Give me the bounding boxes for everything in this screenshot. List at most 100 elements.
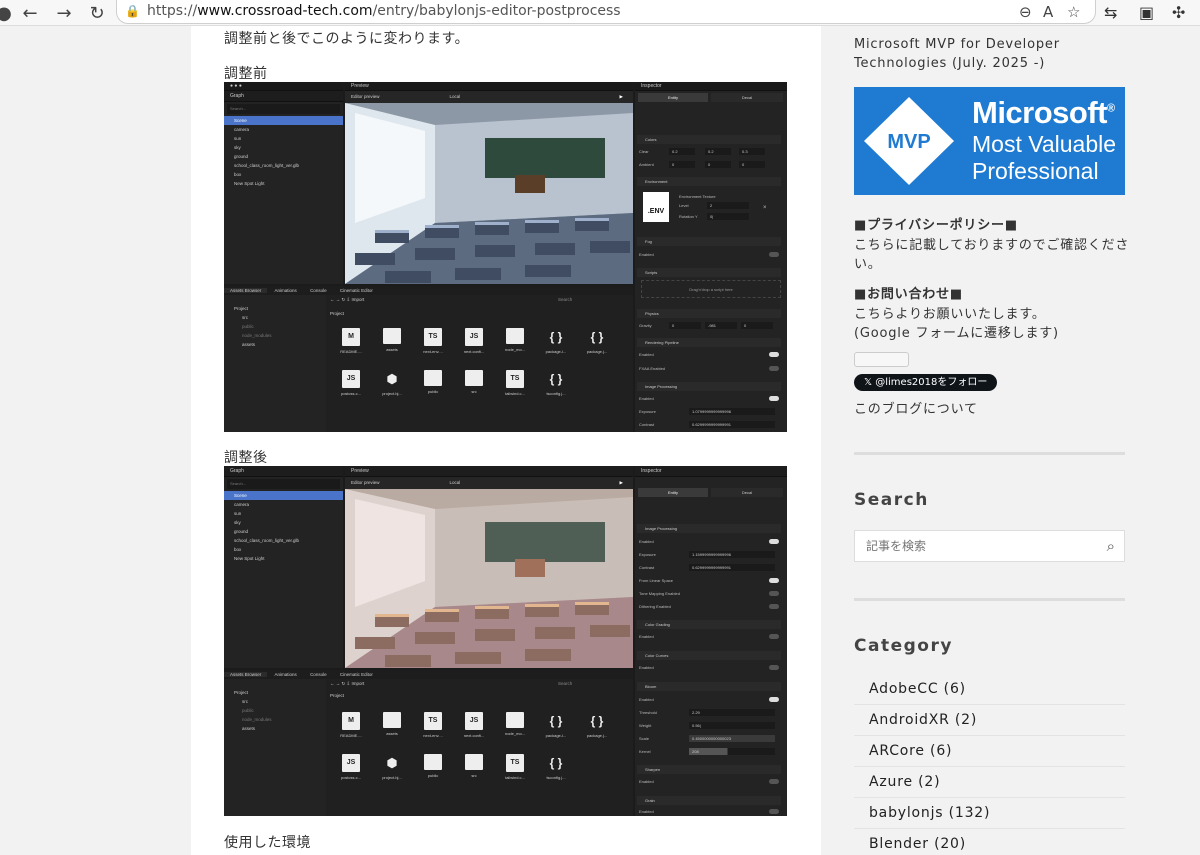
category-item[interactable]: AndroidXR (2) — [854, 705, 1125, 736]
asset-item[interactable]: { } package-l... — [541, 328, 571, 354]
tree-item[interactable]: box — [224, 545, 343, 554]
project-node[interactable]: assets — [224, 340, 324, 349]
tab-assets-browser[interactable]: Assets Browser — [224, 288, 268, 293]
scale-input[interactable]: 0.4500000000000023 — [689, 735, 775, 742]
site-info-icon[interactable]: 🔒 — [125, 4, 140, 18]
tab-animations[interactable]: Animations — [269, 288, 303, 293]
project-node[interactable]: node_modules — [224, 331, 324, 340]
imgproc-toggle[interactable] — [769, 396, 779, 401]
asset-item[interactable]: { } package-l... — [541, 712, 571, 738]
asset-item[interactable]: node_mo... — [500, 328, 530, 352]
tree-item[interactable]: ground — [224, 527, 343, 536]
tree-item[interactable]: sun — [224, 134, 343, 143]
import-button[interactable]: ← → ↻ ⇩ Import — [330, 297, 364, 303]
asset-item[interactable]: assets — [377, 328, 407, 352]
kernel-slider[interactable]: 208 — [689, 748, 775, 755]
import-button[interactable]: ← → ↻ ⇩ Import — [330, 681, 364, 687]
search-icon[interactable]: ⌕ — [1107, 537, 1115, 555]
tab-console[interactable]: Console — [304, 288, 333, 293]
linear-toggle[interactable] — [769, 578, 779, 583]
local-select[interactable]: Local — [450, 94, 461, 99]
local-select[interactable]: Local — [450, 480, 461, 485]
tree-item[interactable]: school_class_room_light_ver.glb — [224, 161, 343, 170]
tree-item[interactable]: camera — [224, 125, 343, 134]
threshold-input[interactable]: 2.29 — [689, 709, 775, 716]
asset-item[interactable]: JS next.confi... — [459, 712, 489, 738]
tree-item[interactable]: camera — [224, 500, 343, 509]
imgproc-section[interactable]: Image Processing — [637, 524, 781, 533]
fog-toggle[interactable] — [769, 252, 779, 257]
imgproc-section[interactable]: Image Processing — [637, 382, 781, 391]
tab-animations[interactable]: Animations — [269, 672, 303, 677]
rendering-toggle[interactable] — [769, 352, 779, 357]
project-node[interactable]: public — [224, 706, 324, 715]
asset-item[interactable]: TS next-env.... — [418, 712, 448, 738]
favorite-star-icon[interactable]: ☆ — [1067, 3, 1080, 21]
tree-item[interactable]: sky — [224, 518, 343, 527]
assets-search[interactable]: Search — [558, 297, 572, 302]
extension-icon[interactable]: ⇆ — [1104, 3, 1117, 22]
asset-item[interactable]: TS tailwind.c... — [500, 370, 530, 396]
remove-env-icon[interactable]: × — [763, 205, 767, 211]
project-node[interactable]: public — [224, 322, 324, 331]
decal-tab[interactable]: Decal — [711, 488, 783, 497]
asset-item[interactable]: JS next.confi... — [459, 328, 489, 354]
asset-item[interactable]: assets — [377, 712, 407, 736]
weight-input[interactable]: 0.56| — [689, 722, 775, 729]
asset-item[interactable]: node_mo... — [500, 712, 530, 736]
app-icon[interactable]: ▣ — [1139, 3, 1154, 22]
address-bar[interactable]: 🔒 https://www.crossroad-tech.com/entry/b… — [116, 0, 1096, 24]
asset-item[interactable]: M README.... — [336, 712, 366, 738]
contact-text-1[interactable]: こちらよりお願いいたします。 — [854, 303, 1046, 322]
asset-item[interactable]: ⬢ project.bj... — [377, 370, 407, 396]
gravity-z[interactable]: 0 — [741, 322, 773, 329]
entity-tab[interactable]: Entity — [638, 488, 708, 497]
viewport-before[interactable] — [345, 103, 633, 284]
editor-preview-select[interactable]: Editor preview — [351, 94, 380, 99]
ambient-g[interactable]: 0 — [705, 161, 731, 168]
asset-item[interactable]: ⬢ project.bj... — [377, 754, 407, 780]
clear-b[interactable]: 0.3 — [739, 148, 765, 155]
extensions-puzzle-icon[interactable]: ✣ — [1172, 3, 1185, 22]
zoom-icon[interactable]: ⊖ — [1019, 3, 1032, 21]
entity-tab[interactable]: Entity — [638, 93, 708, 102]
contrast-input[interactable]: 0.6299999999999991 — [689, 421, 775, 428]
asset-item[interactable]: JS postcss.c... — [336, 370, 366, 396]
x-follow-button[interactable]: 𝕏 @limes2018をフォロー — [854, 374, 997, 391]
project-node[interactable]: node_modules — [224, 715, 324, 724]
sharpen-section[interactable]: Sharpen — [637, 765, 781, 774]
privacy-text-1[interactable]: こちらに記載しておりますのでご確認くださ — [854, 234, 1129, 253]
asset-item[interactable]: M README.... — [336, 328, 366, 354]
tree-item-scene[interactable]: Scene — [224, 491, 343, 500]
ambient-r[interactable]: 0 — [669, 161, 695, 168]
asset-item[interactable]: src — [459, 754, 489, 778]
asset-item[interactable]: { } tsconfig.j... — [541, 754, 571, 780]
env-texture-thumbnail[interactable]: .ENV — [643, 192, 669, 222]
tree-item[interactable]: box — [224, 170, 343, 179]
script-dropzone[interactable]: Drag'n'drop a script here — [641, 280, 781, 298]
asset-item[interactable]: { } tsconfig.j... — [541, 370, 571, 396]
tree-item[interactable]: New Spot Light — [224, 554, 343, 563]
project-node[interactable]: Project — [224, 304, 324, 313]
graph-search[interactable]: Search... — [227, 479, 340, 489]
asset-item[interactable]: JS postcss.c... — [336, 754, 366, 780]
grain-section[interactable]: Grain — [637, 796, 781, 805]
editor-preview-select[interactable]: Editor preview — [351, 480, 380, 485]
curves-toggle[interactable] — [769, 665, 779, 670]
sharpen-toggle[interactable] — [769, 779, 779, 784]
mvp-badge[interactable]: MVP Microsoft® Most Valuable Professiona… — [854, 87, 1125, 195]
level-input[interactable]: 2 — [707, 202, 749, 209]
forward-icon[interactable]: → — [54, 3, 74, 24]
fxaa-toggle[interactable] — [769, 366, 779, 371]
category-item[interactable]: Blender (20) — [854, 829, 1125, 855]
fog-section[interactable]: Fog — [637, 237, 781, 246]
clear-g[interactable]: 0.2 — [705, 148, 731, 155]
gravity-y[interactable]: -981 — [705, 322, 737, 329]
project-node[interactable]: assets — [224, 724, 324, 733]
asset-item[interactable]: { } package.j... — [582, 328, 612, 354]
category-item[interactable]: Azure (2) — [854, 767, 1125, 798]
tree-item[interactable]: school_class_room_light_ver.glb — [224, 536, 343, 545]
bloom-toggle[interactable] — [769, 697, 779, 702]
bloom-section[interactable]: Bloom — [637, 682, 781, 691]
decal-tab[interactable]: Decal — [711, 93, 783, 102]
